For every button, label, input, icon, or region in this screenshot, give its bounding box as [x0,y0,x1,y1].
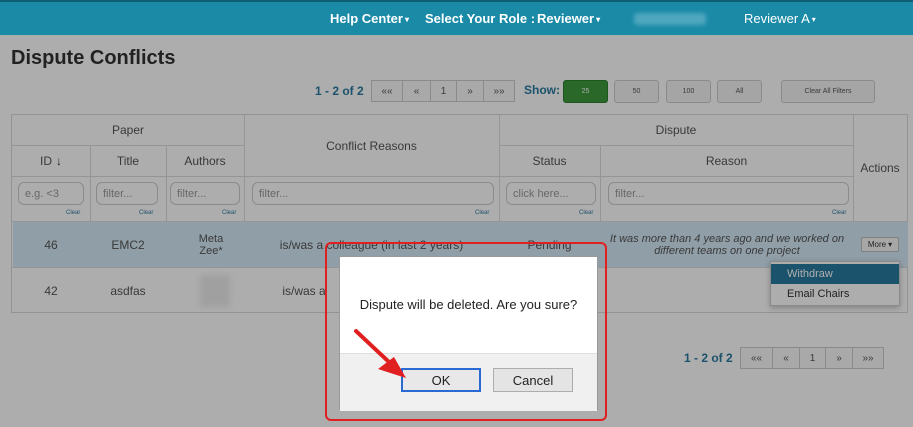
chevron-down-icon: ▾ [596,15,601,24]
role-value: Reviewer [537,11,595,26]
user-menu[interactable]: Reviewer A ▾ [744,11,816,26]
annotation-arrow-icon [354,329,406,378]
top-nav: Help Center ▾ Select Your Role : Reviewer… [0,0,913,35]
help-center-label: Help Center [330,11,403,26]
ok-button[interactable]: OK [401,368,481,392]
user-name: Reviewer A [744,11,810,26]
role-dropdown[interactable]: Reviewer ▾ [537,11,600,26]
cancel-button[interactable]: Cancel [493,368,573,392]
select-role-label: Select Your Role : [425,11,536,26]
chevron-down-icon: ▾ [404,15,409,24]
chevron-down-icon: ▾ [811,15,816,24]
dialog-message: Dispute will be deleted. Are you sure? [359,297,578,312]
redacted-text [634,13,706,25]
help-center-menu[interactable]: Help Center ▾ [330,11,409,26]
